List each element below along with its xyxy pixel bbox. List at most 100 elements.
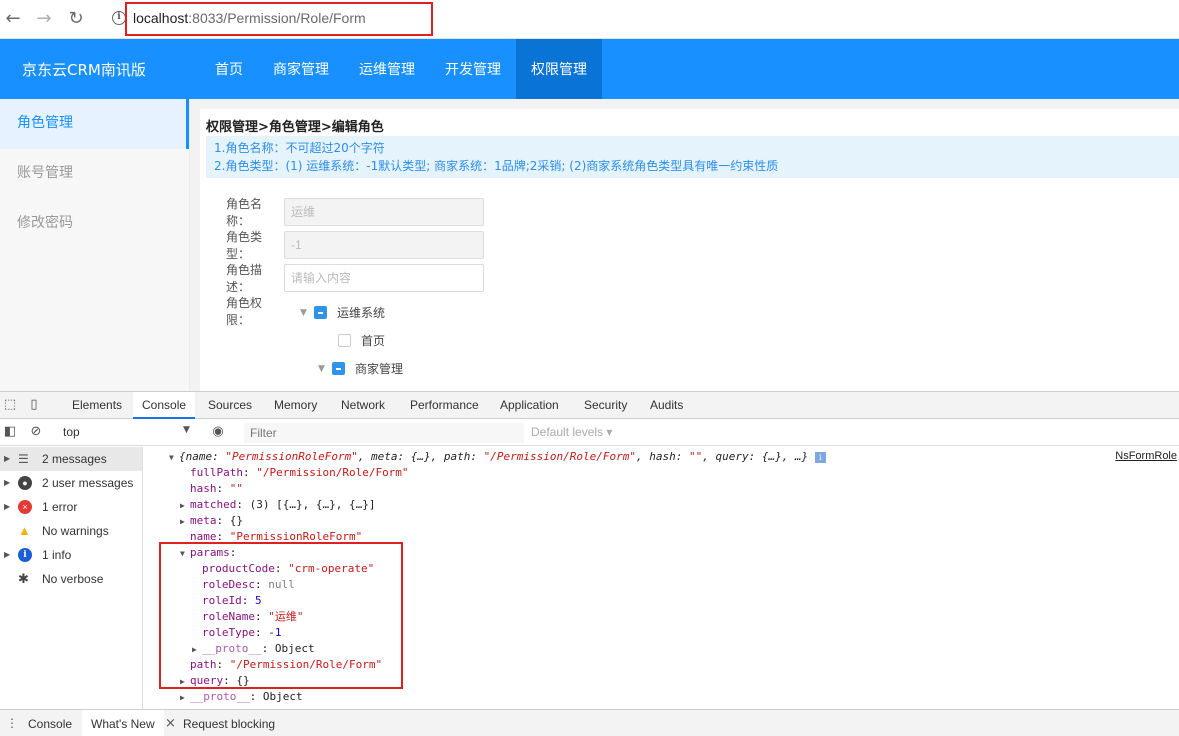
tab-performance[interactable]: Performance xyxy=(410,392,479,419)
caret-down-icon[interactable]: ▼ xyxy=(318,364,332,374)
bug-icon: ✱ xyxy=(18,571,29,586)
browser-toolbar: ← → ↻ i localhost:8033/Permission/Role/F… xyxy=(0,0,1179,39)
sidebar-item-roles[interactable]: 角色管理 xyxy=(0,99,189,149)
context-selector[interactable]: top xyxy=(63,425,80,439)
tab-memory[interactable]: Memory xyxy=(274,392,317,419)
devtools-drawer-tabs: ⋮ Console What's New × Request blocking xyxy=(0,709,1179,736)
back-icon[interactable]: ← xyxy=(2,8,24,30)
role-desc-input[interactable]: 请输入内容 xyxy=(284,264,484,292)
sidebar: 角色管理 账号管理 修改密码 xyxy=(0,99,190,391)
role-permission-row: 角色权限： xyxy=(226,296,284,327)
sidebar-item-accounts[interactable]: 账号管理 xyxy=(0,149,189,199)
tip-line: 1.角色名称：不可超过20个字符 xyxy=(214,141,385,155)
role-permission-label: 角色权限： xyxy=(226,296,263,327)
tree-node-merchant[interactable]: ▼ 商家管理 xyxy=(318,360,403,377)
tab-network[interactable]: Network xyxy=(341,392,385,419)
checkbox-indeterminate[interactable] xyxy=(314,306,327,319)
tab-sources[interactable]: Sources xyxy=(208,392,252,419)
prop-matched[interactable]: ▶ matched: (3) [{…}, {…}, {…}] xyxy=(180,497,375,514)
main-content: 权限管理>角色管理>编辑角色 1.角色名称：不可超过20个字符 2.角色类型：(… xyxy=(190,99,1179,391)
expand-arrow-icon: ▶ xyxy=(180,693,185,702)
device-toolbar-icon[interactable]: ▯ xyxy=(26,397,42,413)
tree-node-home[interactable]: 首页 xyxy=(338,332,385,349)
tree-node-operations[interactable]: ▼ 运维系统 xyxy=(300,304,385,321)
clear-console-icon[interactable]: ⊘ xyxy=(28,424,44,440)
inspect-element-icon[interactable]: ⬚ xyxy=(2,397,18,413)
info-badge-icon: i xyxy=(814,452,826,463)
close-icon[interactable]: × xyxy=(165,716,176,731)
info-icon: i xyxy=(18,548,32,562)
role-form-card: 权限管理>角色管理>编辑角色 1.角色名称：不可超过20个字符 2.角色类型：(… xyxy=(200,109,1179,391)
caret-down-icon[interactable]: ▼ xyxy=(300,308,314,318)
nav-home[interactable]: 首页 xyxy=(200,39,258,99)
reload-icon[interactable]: ↻ xyxy=(65,8,87,30)
console-sidebar-item[interactable]: ▲ No warnings xyxy=(0,519,142,543)
drawer-tab-whats-new[interactable]: What's New xyxy=(82,710,164,736)
eye-icon[interactable]: ◉ xyxy=(210,424,226,440)
nav-merchant[interactable]: 商家管理 xyxy=(258,39,344,99)
role-name-row: 角色名称： 运维 xyxy=(226,197,484,228)
context-dropdown-icon[interactable]: ▼ xyxy=(183,425,190,435)
log-summary[interactable]: ▼ {name: "PermissionRoleForm", meta: {…},… xyxy=(169,449,826,466)
site-info-icon[interactable]: i xyxy=(112,11,126,25)
forward-icon[interactable]: → xyxy=(33,8,55,30)
nav-permission[interactable]: 权限管理 xyxy=(516,39,602,99)
source-link[interactable]: NsFormRole xyxy=(1115,450,1177,462)
drawer-menu-icon[interactable]: ⋮ xyxy=(6,716,18,730)
prop-proto[interactable]: ▶ __proto__: Object xyxy=(180,689,303,706)
console-sidebar-item[interactable]: ▶ ● 2 user messages xyxy=(0,471,142,495)
error-icon: × xyxy=(18,500,32,514)
role-name-input[interactable]: 运维 xyxy=(284,198,484,226)
role-type-row: 角色类型： -1 xyxy=(226,230,484,261)
console-toolbar: ◧ ⊘ top ▼ ◉ Filter Default levels ▾ xyxy=(0,420,1179,446)
console-sidebar-item[interactable]: ▶ × 1 error xyxy=(0,495,142,519)
tree-node-label: 运维系统 xyxy=(337,306,386,320)
role-desc-row: 角色描述： 请输入内容 xyxy=(226,263,484,294)
tab-audits[interactable]: Audits xyxy=(650,392,683,419)
prop-fullpath: fullPath: "/Permission/Role/Form" xyxy=(190,466,409,479)
drawer-tab-console[interactable]: Console xyxy=(28,710,72,736)
nav-operations[interactable]: 运维管理 xyxy=(344,39,430,99)
drawer-tab-request-blocking[interactable]: Request blocking xyxy=(183,710,275,736)
expand-arrow-icon: ▶ xyxy=(180,517,185,526)
tab-application[interactable]: Application xyxy=(500,392,559,419)
tab-security[interactable]: Security xyxy=(584,392,627,419)
console-sidebar-item[interactable]: ✱ No verbose xyxy=(0,567,142,591)
collapse-arrow-icon: ▼ xyxy=(169,453,174,462)
params-highlight-box xyxy=(159,542,403,689)
console-sidebar-item[interactable]: ▶ i 1 info xyxy=(0,543,142,567)
breadcrumb: 权限管理>角色管理>编辑角色 xyxy=(206,120,384,135)
tab-elements[interactable]: Elements xyxy=(72,392,122,419)
role-desc-label: 角色描述： xyxy=(226,263,263,294)
checkbox-indeterminate[interactable] xyxy=(332,362,345,375)
prop-meta[interactable]: ▶ meta: {} xyxy=(180,513,243,530)
expand-arrow-icon: ▶ xyxy=(180,501,185,510)
console-filter-input[interactable]: Filter xyxy=(244,423,524,443)
role-type-label: 角色类型： xyxy=(226,230,263,261)
expand-arrow-icon[interactable]: ▶ xyxy=(4,543,10,567)
list-icon: ☰ xyxy=(18,452,29,466)
tab-console[interactable]: Console xyxy=(133,392,196,419)
expand-arrow-icon[interactable]: ▶ xyxy=(4,447,10,471)
nav-development[interactable]: 开发管理 xyxy=(430,39,516,99)
top-nav: 首页 商家管理 运维管理 开发管理 权限管理 xyxy=(200,39,602,99)
console-sidebar: ▶ ☰ 2 messages ▶ ● 2 user messages ▶ × 1… xyxy=(0,447,143,709)
console-sidebar-item[interactable]: ▶ ☰ 2 messages xyxy=(0,447,142,471)
log-levels-dropdown[interactable]: Default levels ▾ xyxy=(531,425,612,439)
tree-node-label: 商家管理 xyxy=(355,362,404,376)
tree-node-label: 首页 xyxy=(361,334,386,348)
app-logo: 京东云CRM南讯版 xyxy=(22,61,146,79)
sidebar-item-password[interactable]: 修改密码 xyxy=(0,199,189,249)
user-icon: ● xyxy=(18,476,32,490)
devtools-tabs: ⬚ ▯ Elements Console Sources Memory Netw… xyxy=(0,392,1179,419)
expand-arrow-icon[interactable]: ▶ xyxy=(4,471,10,495)
expand-arrow-icon[interactable]: ▶ xyxy=(4,495,10,519)
url-highlight-box xyxy=(125,2,433,36)
checkbox[interactable] xyxy=(338,334,351,347)
tips-panel: 1.角色名称：不可超过20个字符 2.角色类型：(1) 运维系统：-1默认类型;… xyxy=(206,136,1179,178)
role-name-label: 角色名称： xyxy=(226,197,263,228)
app-header: 京东云CRM南讯版 首页 商家管理 运维管理 开发管理 权限管理 xyxy=(0,39,1179,99)
role-type-input[interactable]: -1 xyxy=(284,231,484,259)
tip-line: 2.角色类型：(1) 运维系统：-1默认类型; 商家系统：1品牌;2采销; (2… xyxy=(214,159,779,173)
sidebar-toggle-icon[interactable]: ◧ xyxy=(2,424,18,440)
